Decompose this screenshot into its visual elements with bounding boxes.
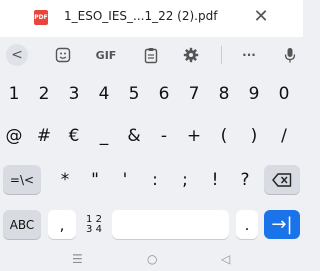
emoji-sticker-icon[interactable] <box>52 44 74 66</box>
key-euro[interactable]: € <box>61 121 87 150</box>
key-at[interactable]: @ <box>1 121 27 150</box>
more-options-icon[interactable]: ··· <box>237 44 261 66</box>
backspace-icon[interactable] <box>264 165 300 194</box>
pdf-file-icon: PDF <box>34 10 48 25</box>
key-hash[interactable]: # <box>31 121 57 150</box>
clipboard-icon[interactable] <box>140 44 162 66</box>
bottom-row: ABC , 1 2 3 4 . →| <box>0 208 303 241</box>
key-colon[interactable]: : <box>142 165 168 194</box>
key-comma[interactable]: , <box>48 210 76 239</box>
key-period[interactable]: . <box>236 210 258 239</box>
key-slash[interactable]: / <box>271 121 297 150</box>
number-row: 1 2 3 4 5 6 7 8 9 0 <box>0 79 303 114</box>
key-9[interactable]: 9 <box>241 79 267 108</box>
recents-icon[interactable]: ☰ <box>72 252 83 266</box>
key-asterisk[interactable]: * <box>52 165 78 194</box>
keyboard-toolbar: < GIF ··· <box>0 37 303 73</box>
home-icon[interactable]: ○ <box>147 252 157 266</box>
key-semicolon[interactable]: ; <box>172 165 198 194</box>
settings-gear-icon[interactable] <box>180 44 202 66</box>
space-bar[interactable] <box>112 210 229 239</box>
numpad-switch-key[interactable]: 1 2 3 4 <box>79 210 109 239</box>
back-chevron-icon[interactable]: < <box>6 44 28 66</box>
key-open-paren[interactable]: ( <box>211 121 237 150</box>
back-nav-icon[interactable]: ◁ <box>221 252 230 266</box>
microphone-icon[interactable] <box>281 44 299 66</box>
key-ampersand[interactable]: & <box>121 121 147 150</box>
abc-switch-key[interactable]: ABC <box>3 210 41 239</box>
toolbar-separator <box>221 46 222 64</box>
close-icon[interactable]: ✕ <box>252 8 270 26</box>
key-close-paren[interactable]: ) <box>241 121 267 150</box>
file-name: 1_ESO_IES_...1_22 (2).pdf <box>64 9 218 23</box>
key-7[interactable]: 7 <box>181 79 207 108</box>
symbol-row-2: =\< * " ' : ; ! ? <box>0 165 303 197</box>
key-5[interactable]: 5 <box>121 79 147 108</box>
more-symbols-key[interactable]: =\< <box>3 165 41 194</box>
key-double-quote[interactable]: " <box>82 165 108 194</box>
key-plus[interactable]: + <box>181 121 207 150</box>
key-0[interactable]: 0 <box>271 79 297 108</box>
key-single-quote[interactable]: ' <box>112 165 138 194</box>
key-underscore[interactable]: _ <box>91 121 117 150</box>
key-exclamation[interactable]: ! <box>202 165 228 194</box>
key-2[interactable]: 2 <box>31 79 57 108</box>
symbol-row-1: @ # € _ & - + ( ) / <box>0 121 303 156</box>
gif-button[interactable]: GIF <box>91 44 121 66</box>
key-4[interactable]: 4 <box>91 79 117 108</box>
key-8[interactable]: 8 <box>211 79 237 108</box>
system-navigation-bar: ☰ ○ ◁ <box>0 250 303 271</box>
key-3[interactable]: 3 <box>61 79 87 108</box>
key-question[interactable]: ? <box>232 165 258 194</box>
enter-tab-key[interactable]: →| <box>264 210 300 239</box>
key-6[interactable]: 6 <box>151 79 177 108</box>
numpad-label-top: 1 2 <box>86 213 102 225</box>
numpad-label-bottom: 3 4 <box>86 223 102 235</box>
file-notification: PDF 1_ESO_IES_...1_22 (2).pdf ✕ <box>0 0 303 37</box>
key-1[interactable]: 1 <box>1 79 27 108</box>
key-hyphen[interactable]: - <box>151 121 177 150</box>
